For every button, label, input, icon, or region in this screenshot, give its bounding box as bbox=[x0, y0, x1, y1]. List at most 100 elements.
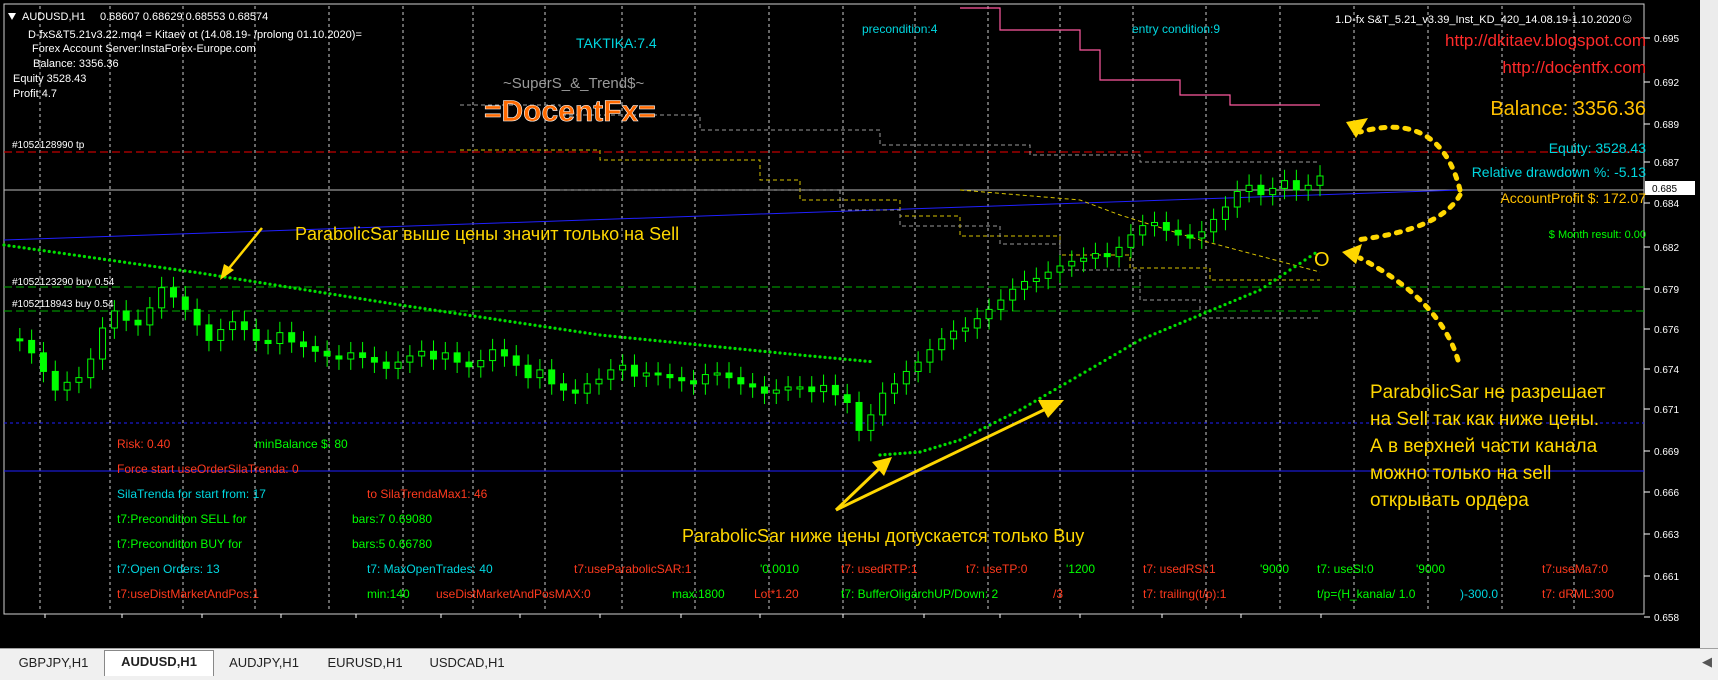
sar-dot-above-price bbox=[583, 331, 587, 335]
sar-dot-above-price bbox=[743, 347, 747, 352]
link-docentfx[interactable]: http://docentfx.com bbox=[1502, 58, 1646, 77]
chart-tab-bar: GBPJPY,H1 AUDUSD,H1 AUDJPY,H1 EURUSD,H1 … bbox=[0, 648, 1718, 680]
sar-dot-above-price bbox=[82, 254, 87, 259]
param-tp-kanala-value: )-300.0 bbox=[1460, 587, 1498, 601]
candle-body bbox=[1257, 184, 1265, 196]
param-use-psar: t7:useParabolicSAR:1 bbox=[574, 562, 692, 576]
candle-body bbox=[453, 352, 461, 363]
param-tp-value: '1200 bbox=[1066, 562, 1095, 576]
candle-body bbox=[193, 308, 201, 326]
candle-body bbox=[690, 380, 698, 385]
sar-dot-above-price bbox=[358, 297, 362, 301]
sar-dot-above-price bbox=[763, 349, 767, 354]
header-balance: Balance: 3356.36 bbox=[33, 58, 119, 70]
param-precondition-sell-bars: bars:7 0.69080 bbox=[352, 512, 432, 526]
right-drawdown: Relative drawdown %: -5.13 bbox=[1472, 164, 1647, 180]
right-note-line-5: открывать ордера bbox=[1370, 490, 1529, 511]
sar-dot-below-price bbox=[1068, 379, 1072, 383]
sar-dot-above-price bbox=[248, 279, 252, 283]
param-precondition-buy: t7:Precondition BUY for bbox=[117, 537, 242, 551]
sar-dot-above-price bbox=[568, 328, 572, 333]
sar-dot-below-price bbox=[888, 452, 892, 456]
param-buffer-div: /3 bbox=[1053, 587, 1063, 601]
sar-dot-above-price bbox=[133, 262, 137, 266]
sar-dot-below-price bbox=[1018, 408, 1022, 412]
sar-dot-below-price bbox=[908, 451, 912, 455]
sar-dot-above-price bbox=[388, 301, 392, 305]
sar-dot-below-price bbox=[1113, 352, 1117, 357]
tab-scroll-left-icon[interactable]: ◀ bbox=[1702, 655, 1712, 670]
candle-body bbox=[1198, 231, 1206, 239]
candle-body bbox=[808, 386, 816, 393]
candle-body bbox=[441, 352, 449, 360]
sar-dot-above-price bbox=[478, 315, 482, 319]
price-tick-label: 0.689 bbox=[1654, 120, 1679, 131]
sar-dot-above-price bbox=[683, 341, 687, 346]
param-max-open-trades: t7: MaxOpenTrades: 40 bbox=[367, 562, 493, 576]
sar-dot-above-price bbox=[158, 265, 162, 269]
sar-dot-below-price bbox=[948, 441, 952, 445]
sar-dot-below-price bbox=[1258, 288, 1262, 292]
sar-dot-below-price bbox=[1003, 415, 1007, 420]
sar-dot-above-price bbox=[123, 260, 127, 264]
sar-dot-above-price bbox=[338, 293, 342, 297]
candle-body bbox=[1103, 253, 1111, 258]
candle-body bbox=[820, 384, 828, 393]
price-chart[interactable]: 0.695 0.692 0.689 0.687 0.684 0.682 0.679 0.676… bbox=[0, 0, 1700, 625]
sar-dot-above-price bbox=[688, 342, 692, 346]
param-max-dist: max:1800 bbox=[672, 587, 725, 601]
sar-dot-below-price bbox=[1103, 358, 1107, 363]
candle-body bbox=[264, 339, 272, 345]
tab-eurusd[interactable]: EURUSD,H1 bbox=[316, 652, 414, 674]
param-drml: t7: dRML:300 bbox=[1542, 587, 1614, 601]
tab-audusd[interactable]: AUDUSD,H1 bbox=[104, 650, 214, 676]
sar-dot-below-price bbox=[1193, 315, 1197, 319]
sar-dot-below-price bbox=[1228, 300, 1232, 305]
order-label-buy-2: #1052118943 buy 0.54 bbox=[12, 299, 114, 310]
right-scrollbar[interactable] bbox=[1700, 0, 1718, 648]
sar-dot-above-price bbox=[428, 307, 432, 312]
sar-dot-below-price bbox=[1058, 385, 1062, 389]
candle-body bbox=[430, 350, 438, 360]
sar-dot-above-price bbox=[87, 255, 92, 259]
tab-gbpjpy[interactable]: GBPJPY,H1 bbox=[6, 652, 101, 674]
sar-dot-above-price bbox=[143, 263, 147, 267]
param-trailing: t7: trailing(t/p):1 bbox=[1143, 587, 1227, 601]
mt4-chart-window[interactable]: 0.695 0.692 0.689 0.687 0.684 0.682 0.679 0.676… bbox=[0, 0, 1718, 680]
precondition-label: precondition:4 bbox=[862, 22, 938, 36]
sar-dot-above-price bbox=[418, 306, 422, 310]
current-price-label: 0.685 bbox=[1652, 184, 1677, 195]
header-profit: Profit 4.7 bbox=[13, 88, 57, 100]
sar-dot-below-price bbox=[1273, 278, 1277, 282]
param-min-dist: min:140 bbox=[367, 587, 410, 601]
price-tick-label: 0.695 bbox=[1654, 34, 1679, 45]
candle-body bbox=[16, 338, 24, 342]
candle-body bbox=[725, 372, 733, 379]
sar-dot-below-price bbox=[1293, 265, 1297, 269]
sar-dot-below-price bbox=[953, 439, 957, 444]
sar-dot-above-price bbox=[813, 354, 817, 358]
candle-body bbox=[961, 327, 969, 332]
sar-dot-below-price bbox=[938, 444, 942, 448]
price-tick-label: 0.692 bbox=[1654, 78, 1679, 89]
candle-body bbox=[217, 329, 225, 341]
price-tick-label: 0.663 bbox=[1654, 530, 1679, 541]
candle-body bbox=[323, 350, 331, 357]
param-lot: Lot*1.20 bbox=[754, 587, 799, 601]
tab-usdcad[interactable]: USDCAD,H1 bbox=[418, 652, 516, 674]
price-tick-label: 0.658 bbox=[1654, 613, 1679, 624]
candle-body bbox=[418, 350, 426, 357]
price-tick-label: 0.666 bbox=[1654, 488, 1679, 499]
sar-dot-above-price bbox=[828, 356, 832, 360]
sar-dot-above-price bbox=[97, 257, 102, 261]
tab-audjpy[interactable]: AUDJPY,H1 bbox=[216, 652, 312, 674]
sar-dot-above-price bbox=[748, 348, 752, 352]
sar-dot-above-price bbox=[148, 264, 152, 268]
sar-dot-below-price bbox=[923, 448, 927, 453]
sar-dot-below-price bbox=[1023, 405, 1027, 409]
price-tick-label: 0.669 bbox=[1654, 447, 1679, 458]
candle-body bbox=[87, 358, 95, 379]
right-balance: Balance: 3356.36 bbox=[1490, 98, 1646, 120]
link-dkitaev[interactable]: http://dkitaev.blogspot.com bbox=[1445, 31, 1646, 50]
sar-dot-above-price bbox=[708, 344, 712, 348]
